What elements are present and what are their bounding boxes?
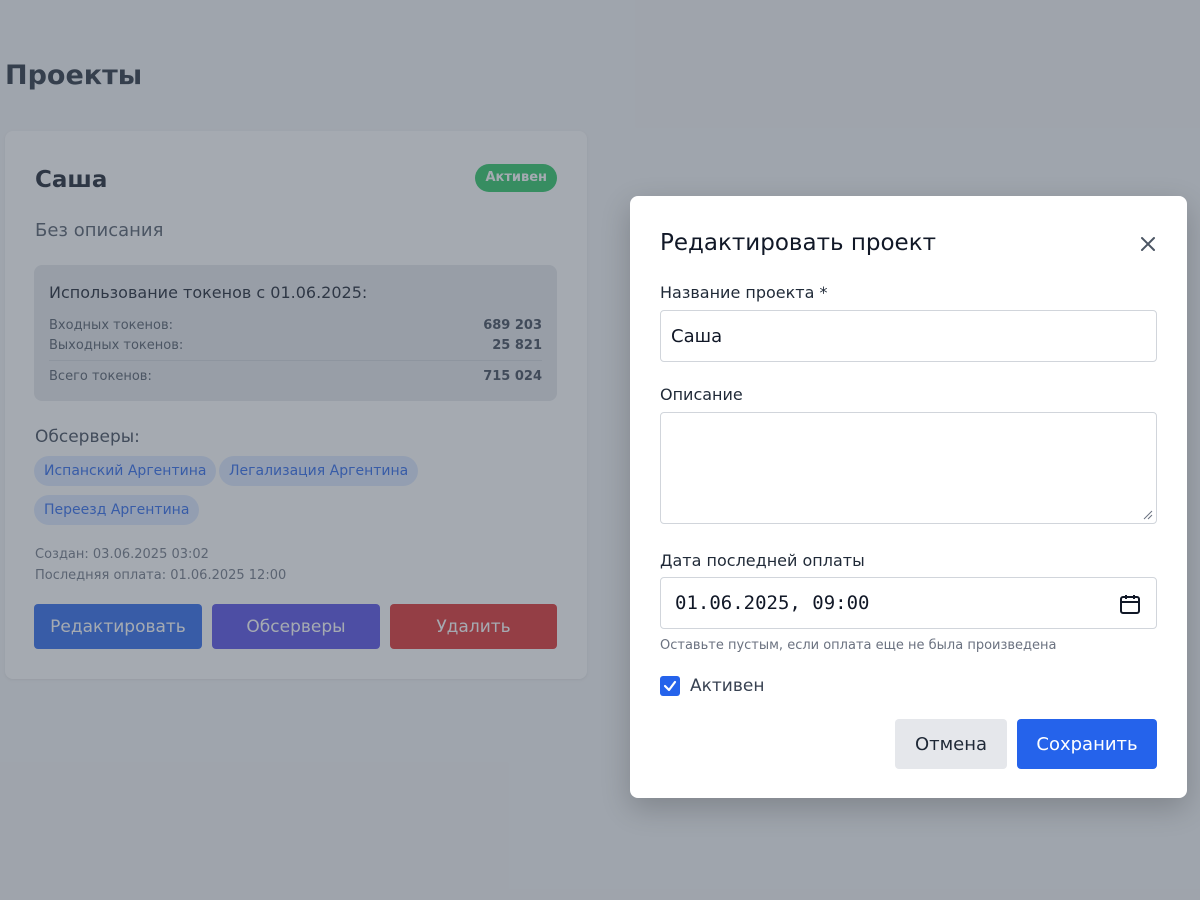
active-checkbox-label[interactable]: Активен bbox=[690, 676, 764, 696]
save-button[interactable]: Сохранить bbox=[1017, 719, 1157, 769]
payment-date-value: 01.06.2025, 09:00 bbox=[675, 592, 870, 614]
cancel-button[interactable]: Отмена bbox=[895, 719, 1007, 769]
project-name-label: Название проекта * bbox=[660, 283, 828, 302]
resize-handle-icon[interactable] bbox=[1143, 510, 1153, 520]
payment-date-label: Дата последней оплаты bbox=[660, 551, 865, 570]
payment-date-input[interactable]: 01.06.2025, 09:00 bbox=[660, 577, 1157, 629]
description-textarea[interactable] bbox=[660, 412, 1157, 524]
page: Проекты Саша Активен Без описания Исполь… bbox=[0, 0, 1200, 900]
close-button[interactable] bbox=[1137, 233, 1159, 255]
project-name-input[interactable] bbox=[660, 310, 1157, 362]
active-checkbox[interactable] bbox=[660, 676, 680, 696]
checkmark-icon bbox=[663, 680, 677, 692]
description-label: Описание bbox=[660, 385, 743, 404]
close-icon bbox=[1141, 237, 1155, 251]
modal-title: Редактировать проект bbox=[660, 230, 936, 256]
edit-project-modal: Редактировать проект Название проекта * … bbox=[630, 196, 1187, 798]
payment-date-hint: Оставьте пустым, если оплата еще не была… bbox=[660, 638, 1057, 653]
calendar-icon[interactable] bbox=[1119, 593, 1141, 615]
